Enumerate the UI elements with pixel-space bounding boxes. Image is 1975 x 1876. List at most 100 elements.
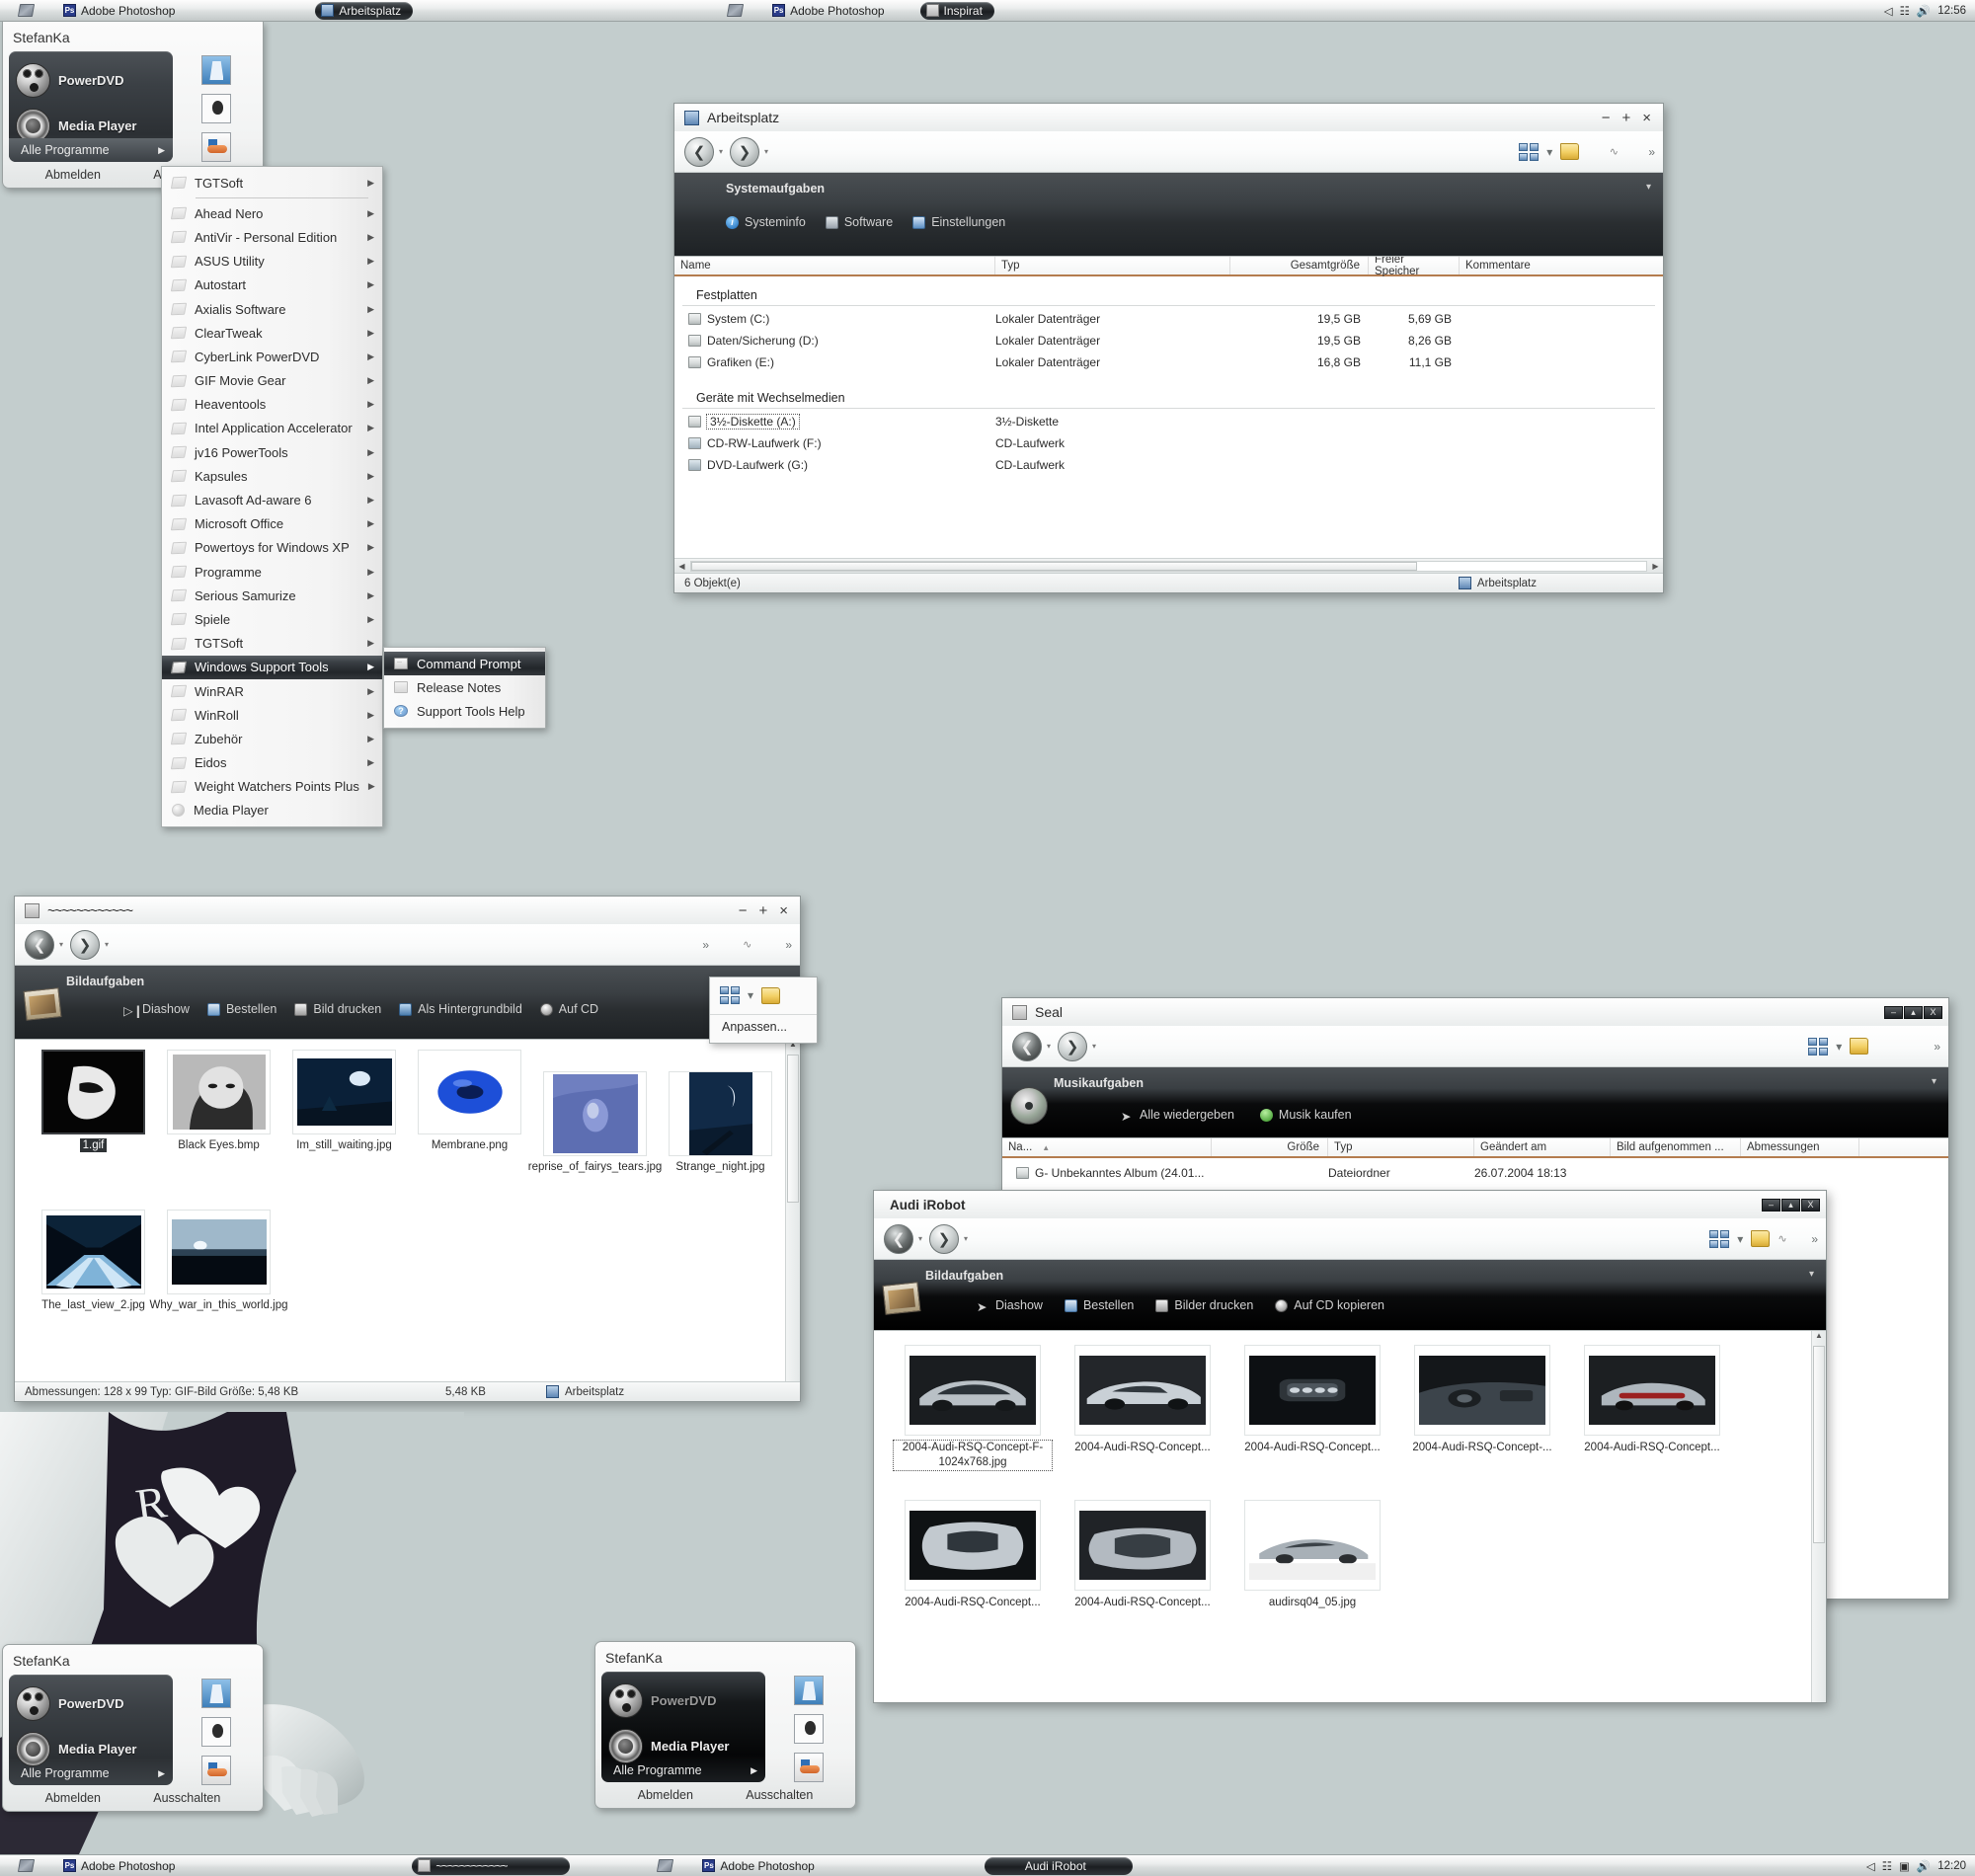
apple-icon[interactable]	[201, 94, 232, 123]
program-menu-item-zubeh-r[interactable]: Zubehör ▶	[162, 727, 382, 750]
thumbnail-item[interactable]: 2004-Audi-RSQ-Concept-...	[1397, 1345, 1567, 1470]
support-tools-item-support-tools-help[interactable]: Support Tools Help	[384, 699, 545, 723]
start-button-top-2[interactable]	[709, 0, 760, 22]
task-link-bilder-drucken[interactable]: Bilder drucken	[1155, 1298, 1253, 1312]
minimize-button[interactable]: –	[1762, 1198, 1780, 1212]
close-button[interactable]: ×	[779, 903, 788, 918]
minimize-button[interactable]: −	[1602, 111, 1611, 125]
clock-top[interactable]: 12:56	[1937, 5, 1966, 17]
column-header-typ[interactable]: Typ	[1328, 1138, 1474, 1156]
taskbar-item-photoshop-3[interactable]: Adobe Photoshop	[57, 1857, 187, 1875]
forward-button[interactable]: ❯	[929, 1223, 960, 1254]
column-header-dimensions[interactable]: Abmessungen	[1741, 1138, 1859, 1156]
thumbnail-item[interactable]: 2004-Audi-RSQ-Concept...	[888, 1499, 1058, 1610]
column-header-taken[interactable]: Bild aufgenommen ...	[1611, 1138, 1741, 1156]
views-icon[interactable]	[1808, 1037, 1829, 1055]
taskbar-item-arbeitsplatz[interactable]: Arbeitsplatz	[315, 1, 414, 20]
maximize-button[interactable]: +	[1621, 111, 1630, 125]
scroll-thumb[interactable]	[691, 561, 1417, 571]
task-link-auf-cd-kopieren[interactable]: Auf CD kopieren	[1275, 1298, 1384, 1312]
paint-icon[interactable]	[794, 1753, 825, 1782]
close-button[interactable]: ×	[1642, 111, 1651, 125]
task-link-auf-cd[interactable]: Auf CD	[539, 1002, 598, 1016]
titlebar[interactable]: Arbeitsplatz − + ×	[674, 104, 1663, 131]
folders-icon[interactable]	[1850, 1038, 1869, 1055]
scroll-track[interactable]	[690, 560, 1647, 572]
thumbnail-item[interactable]: Strange_night.jpg	[658, 1071, 783, 1174]
program-menu-item-winroll[interactable]: WinRoll ▶	[162, 703, 382, 727]
views-dropdown-icon[interactable]: ▾	[1737, 1232, 1743, 1246]
program-menu-item-eidos[interactable]: Eidos ▶	[162, 751, 382, 775]
toolbar-overflow-icon[interactable]: »	[702, 938, 709, 952]
all-programs-button[interactable]: Alle Programme ▶	[9, 1761, 173, 1785]
horizontal-scrollbar[interactable]: ◀ ▶	[674, 558, 1663, 573]
minimize-button[interactable]: −	[739, 903, 748, 918]
program-menu-item-tgtsoft[interactable]: TGTSoft ▶	[162, 171, 382, 195]
thumbnail-item[interactable]: audirsq04_05.jpg	[1227, 1499, 1397, 1610]
close-button[interactable]: X	[1924, 1005, 1942, 1019]
maximize-button[interactable]: ▴	[1781, 1198, 1800, 1212]
back-button[interactable]: ❮	[1012, 1031, 1042, 1061]
views-icon[interactable]	[1709, 1229, 1730, 1248]
program-menu-item-weight-watchers-points-plus[interactable]: Weight Watchers Points Plus ▶	[162, 775, 382, 799]
taskbar-item-photoshop-1[interactable]: Adobe Photoshop	[57, 2, 187, 20]
table-row[interactable]: CD-RW-Laufwerk (F:) CD-Laufwerk	[674, 434, 1663, 452]
program-menu-item-spiele[interactable]: Spiele ▶	[162, 607, 382, 631]
program-menu-item-ahead-nero[interactable]: Ahead Nero ▶	[162, 201, 382, 225]
start-button-bottom[interactable]	[0, 1855, 51, 1876]
views-dropdown-icon[interactable]: ▾	[1546, 145, 1552, 159]
chevron-down-icon[interactable]: ▾	[1646, 182, 1651, 193]
logoff-button[interactable]: Abmelden	[638, 1788, 693, 1802]
table-row[interactable]: System (C:) Lokaler Datenträger 19,5 GB 5,6…	[674, 310, 1663, 328]
program-menu-item-tgtsoft[interactable]: TGTSoft ▶	[162, 632, 382, 656]
thumbnail-item[interactable]: 2004-Audi-RSQ-Concept...	[1058, 1499, 1227, 1610]
task-link-diashow[interactable]: ▷❙ Diashow	[123, 1002, 190, 1018]
back-button[interactable]: ❮	[684, 136, 714, 167]
apple-icon[interactable]	[201, 1717, 232, 1747]
forward-button[interactable]: ❯	[730, 136, 760, 167]
program-menu-item-windows-support-tools[interactable]: Windows Support Tools ▶	[162, 655, 382, 679]
thumbnail-item[interactable]: 2004-Audi-RSQ-Concept...	[1227, 1345, 1397, 1470]
program-menu-item-axialis-software[interactable]: Axialis Software ▶	[162, 297, 382, 321]
taskbar-item-photoshop-2[interactable]: Adobe Photoshop	[766, 2, 896, 20]
program-menu-item-heaventools[interactable]: Heaventools ▶	[162, 393, 382, 417]
paint-icon[interactable]	[201, 132, 232, 162]
task-link-bestellen[interactable]: Bestellen	[1064, 1298, 1134, 1312]
column-header-name[interactable]: Na... ▲	[1002, 1138, 1212, 1156]
taskbar-item-photoshop-4[interactable]: Adobe Photoshop	[696, 1857, 826, 1875]
thumbnail-item[interactable]: 1.gif	[31, 1050, 156, 1174]
tray-network-icon[interactable]: ☷	[1882, 1859, 1892, 1873]
task-link-diashow[interactable]: ➤ Diashow	[977, 1298, 1043, 1314]
program-menu-item-winrar[interactable]: WinRAR ▶	[162, 679, 382, 703]
task-link-hintergrundbild[interactable]: Als Hintergrundbild	[399, 1002, 522, 1016]
program-menu-item-microsoft-office[interactable]: Microsoft Office ▶	[162, 512, 382, 536]
apple-icon[interactable]	[794, 1714, 825, 1744]
chevron-down-icon[interactable]: ▾	[1809, 1269, 1814, 1280]
task-link-musik-kaufen[interactable]: Musik kaufen	[1259, 1108, 1352, 1122]
back-button[interactable]: ❮	[884, 1223, 913, 1254]
task-link-bestellen[interactable]: Bestellen	[206, 1002, 276, 1016]
toolbar-overflow-icon[interactable]: »	[1811, 1232, 1818, 1246]
program-menu-item-programme[interactable]: Programme ▶	[162, 560, 382, 584]
column-header-size[interactable]: Gesamtgröße	[1230, 257, 1369, 274]
folders-icon[interactable]	[1560, 143, 1580, 160]
program-menu-item-serious-samurize[interactable]: Serious Samurize ▶	[162, 584, 382, 607]
back-dropdown-icon[interactable]: ▾	[719, 147, 723, 156]
customize-menu-item[interactable]: Anpassen...	[710, 1014, 817, 1034]
vertical-scrollbar[interactable]: ▲	[1811, 1331, 1826, 1702]
thumbnail-item[interactable]: 2004-Audi-RSQ-Concept-F-1024x768.jpg	[888, 1345, 1058, 1471]
mac-finder-icon[interactable]	[201, 55, 232, 85]
toolbar-resize-handle[interactable]: ∿	[743, 938, 751, 951]
vertical-scrollbar[interactable]: ▲	[785, 1040, 800, 1381]
forward-dropdown-icon[interactable]: ▾	[105, 940, 109, 949]
shutdown-button[interactable]: Ausschalten	[746, 1788, 813, 1802]
scroll-thumb[interactable]	[787, 1055, 799, 1203]
back-dropdown-icon[interactable]: ▾	[1047, 1042, 1051, 1051]
thumbnail-item[interactable]: Im_still_waiting.jpg	[281, 1050, 407, 1174]
column-header-free[interactable]: Freier Speicher	[1369, 254, 1460, 277]
program-menu-item-asus-utility[interactable]: ASUS Utility ▶	[162, 250, 382, 274]
toolbar-resize-handle[interactable]: ∿	[1587, 145, 1640, 158]
back-dropdown-icon[interactable]: ▾	[918, 1234, 922, 1243]
thumbnail-item[interactable]: 2004-Audi-RSQ-Concept...	[1567, 1345, 1737, 1470]
program-menu-item-cleartweak[interactable]: ClearTweak ▶	[162, 321, 382, 345]
